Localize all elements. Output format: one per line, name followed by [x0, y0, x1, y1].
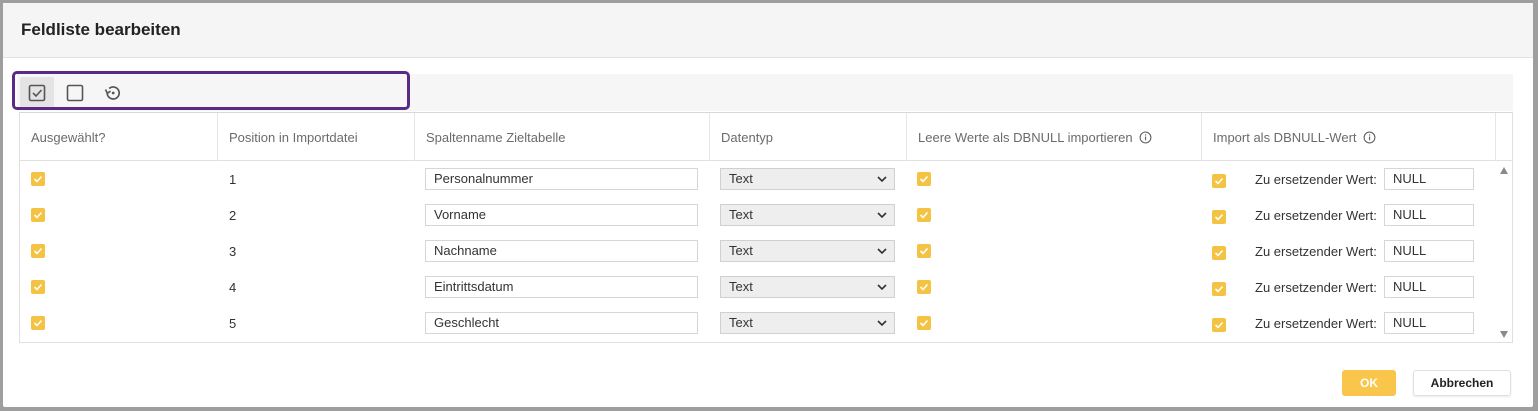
column-name-input[interactable]: Nachname — [425, 240, 698, 262]
selected-checkbox[interactable] — [31, 316, 45, 330]
empty-as-null-checkbox[interactable] — [917, 280, 931, 294]
select-all-checkbox-icon — [28, 84, 46, 102]
column-name-input[interactable]: Geschlecht — [425, 312, 698, 334]
table-row: 2 Vorname Text Zu ersetzender Wert: NULL — [20, 197, 1496, 233]
selected-checkbox[interactable] — [31, 280, 45, 294]
empty-as-null-checkbox[interactable] — [917, 244, 931, 258]
column-header-position[interactable]: Position in Importdatei — [218, 113, 415, 161]
import-null-checkbox[interactable] — [1212, 282, 1226, 296]
field-list-grid: Ausgewählt? Position in Importdatei Spal… — [19, 112, 1513, 343]
table-row: 5 Geschlecht Text Zu ersetzender Wert: N… — [20, 305, 1496, 341]
ok-button[interactable]: OK — [1342, 370, 1396, 396]
column-header-empty-as-null[interactable]: Leere Werte als DBNULL importieren — [907, 113, 1202, 161]
datatype-select[interactable]: Text — [720, 204, 895, 226]
position-value: 5 — [229, 316, 237, 331]
column-header-selected[interactable]: Ausgewählt? — [20, 113, 218, 161]
replace-value-label: Zu ersetzender Wert: — [1255, 316, 1377, 331]
column-name-input[interactable]: Eintrittsdatum — [425, 276, 698, 298]
select-all-button[interactable] — [20, 77, 54, 109]
chevron-down-icon — [877, 284, 887, 291]
dialog-header: Feldliste bearbeiten — [3, 3, 1533, 58]
datatype-select[interactable]: Text — [720, 168, 895, 190]
null-value-input[interactable]: NULL — [1384, 312, 1474, 334]
info-icon[interactable] — [1363, 131, 1376, 144]
datatype-select[interactable]: Text — [720, 276, 895, 298]
import-null-checkbox[interactable] — [1212, 210, 1226, 224]
replace-value-label: Zu ersetzender Wert: — [1255, 280, 1377, 295]
selected-checkbox[interactable] — [31, 172, 45, 186]
grid-header: Ausgewählt? Position in Importdatei Spal… — [20, 113, 1496, 161]
null-value-input[interactable]: NULL — [1384, 204, 1474, 226]
column-header-import-null[interactable]: Import als DBNULL-Wert — [1202, 113, 1496, 161]
empty-as-null-checkbox[interactable] — [917, 208, 931, 222]
replace-value-label: Zu ersetzender Wert: — [1255, 172, 1377, 187]
position-value: 3 — [229, 244, 237, 259]
info-icon[interactable] — [1139, 131, 1152, 144]
position-value: 4 — [229, 280, 237, 295]
import-null-checkbox[interactable] — [1212, 174, 1226, 188]
import-null-checkbox[interactable] — [1212, 318, 1226, 332]
empty-as-null-checkbox[interactable] — [917, 172, 931, 186]
reset-button[interactable] — [96, 77, 130, 109]
chevron-down-icon — [877, 248, 887, 255]
empty-as-null-checkbox[interactable] — [917, 316, 931, 330]
replace-value-label: Zu ersetzender Wert: — [1255, 244, 1377, 259]
reset-history-icon — [104, 86, 121, 100]
null-value-input[interactable]: NULL — [1384, 276, 1474, 298]
column-header-datatype[interactable]: Datentyp — [710, 113, 907, 161]
datatype-select[interactable]: Text — [720, 312, 895, 334]
scroll-down-arrow-icon[interactable] — [1500, 331, 1508, 338]
position-value: 1 — [229, 172, 237, 187]
chevron-down-icon — [877, 212, 887, 219]
chevron-down-icon — [877, 320, 887, 327]
table-row: 4 Eintrittsdatum Text Zu ersetzender Wer… — [20, 269, 1496, 305]
null-value-input[interactable]: NULL — [1384, 240, 1474, 262]
table-row: 3 Nachname Text Zu ersetzender Wert: NUL… — [20, 233, 1496, 269]
grid-toolbar — [17, 74, 1513, 111]
column-header-column-name[interactable]: Spaltenname Zieltabelle — [415, 113, 710, 161]
column-name-input[interactable]: Vorname — [425, 204, 698, 226]
chevron-down-icon — [877, 176, 887, 183]
scroll-up-arrow-icon[interactable] — [1500, 167, 1508, 174]
table-row: 1 Personalnummer Text Zu ersetzender Wer… — [20, 161, 1496, 197]
null-value-input[interactable]: NULL — [1384, 168, 1474, 190]
grid-scrollbar[interactable] — [1496, 161, 1512, 342]
header-scroll-spacer — [1496, 113, 1512, 161]
deselect-all-checkbox-icon — [66, 84, 84, 102]
replace-value-label: Zu ersetzender Wert: — [1255, 208, 1377, 223]
deselect-all-button[interactable] — [58, 77, 92, 109]
datatype-select[interactable]: Text — [720, 240, 895, 262]
import-null-checkbox[interactable] — [1212, 246, 1226, 260]
position-value: 2 — [229, 208, 237, 223]
selected-checkbox[interactable] — [31, 208, 45, 222]
cancel-button[interactable]: Abbrechen — [1413, 370, 1511, 396]
selected-checkbox[interactable] — [31, 244, 45, 258]
dialog-title: Feldliste bearbeiten — [21, 20, 181, 39]
column-name-input[interactable]: Personalnummer — [425, 168, 698, 190]
